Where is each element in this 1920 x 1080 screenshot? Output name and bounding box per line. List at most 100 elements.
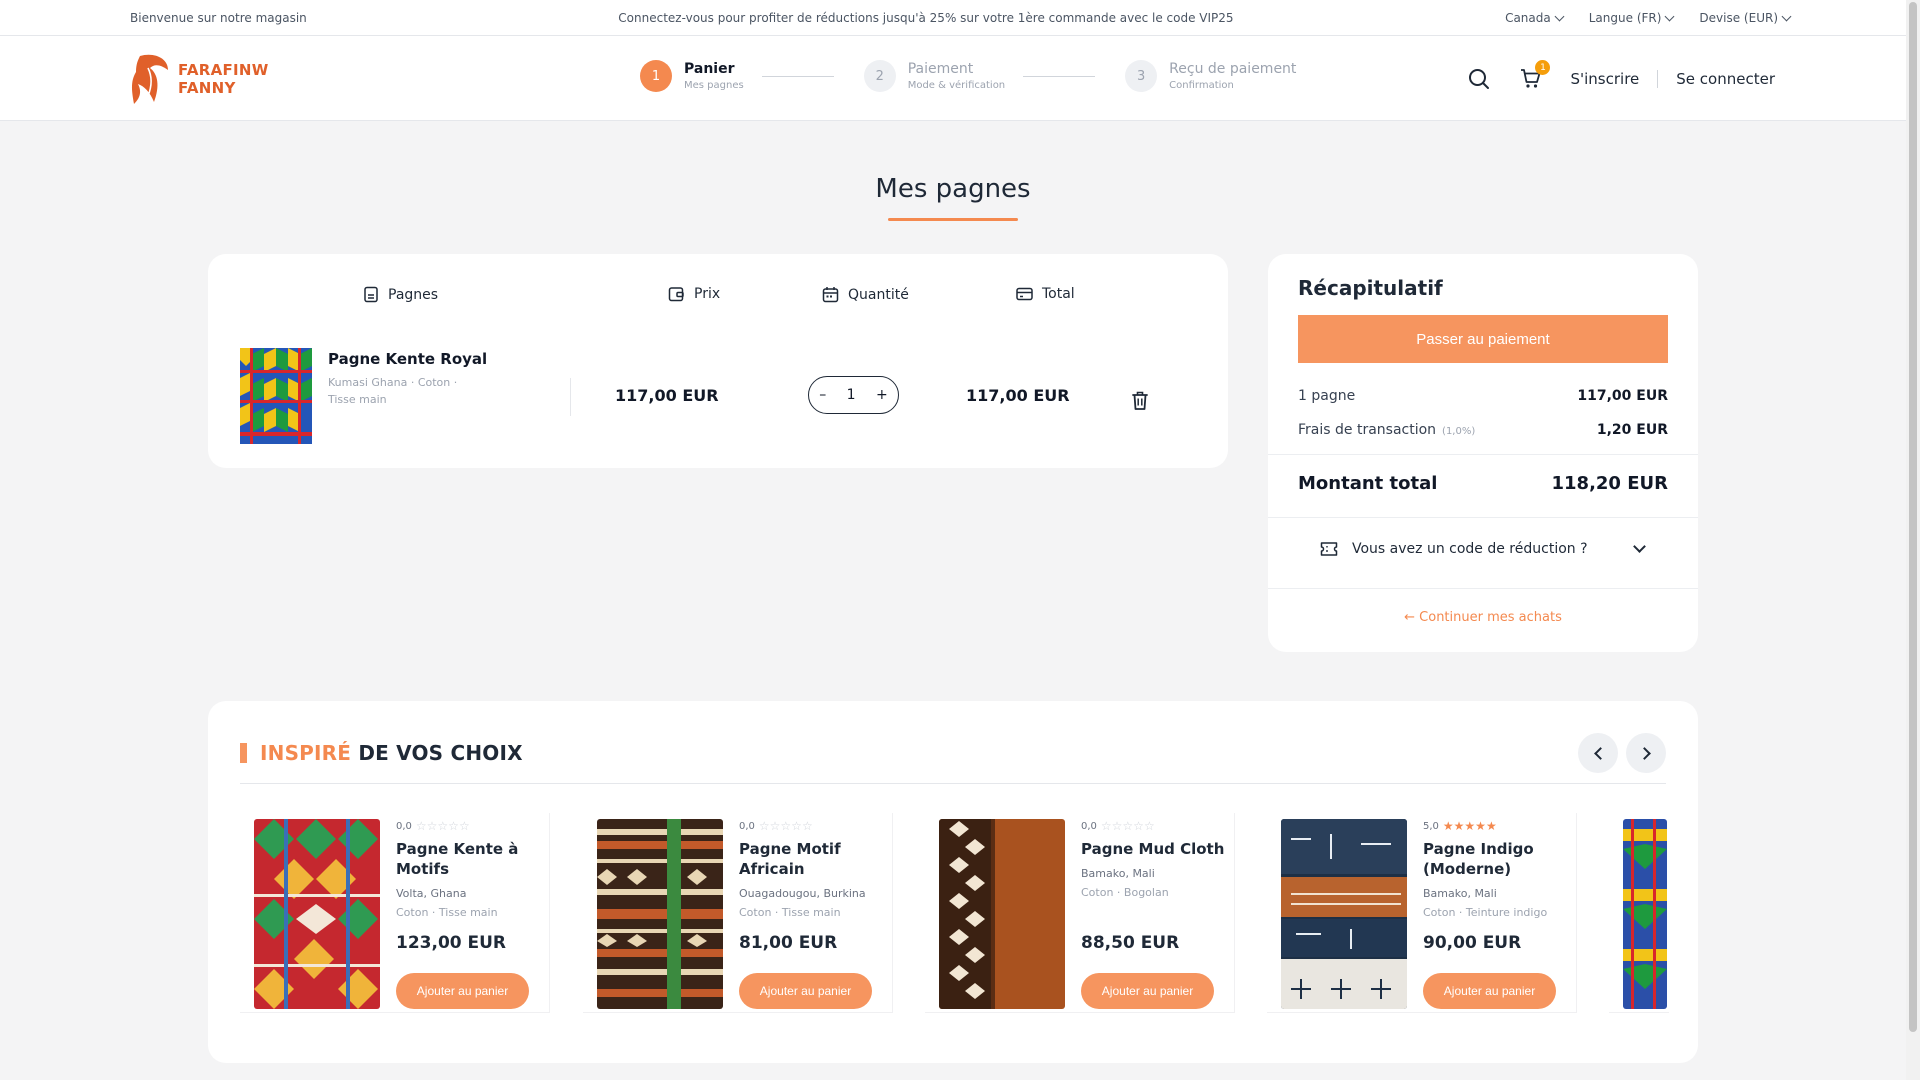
- carousel-next-button[interactable]: [1626, 733, 1666, 773]
- column-header-label: Total: [1042, 286, 1075, 302]
- column-header-label: Pagnes: [388, 286, 439, 303]
- cart-item-meta: Kumasi Ghana · Coton · Tisse main: [328, 376, 458, 406]
- step-connector: [1023, 75, 1096, 77]
- step-title: Panier: [684, 61, 735, 77]
- divider: [570, 378, 571, 416]
- product-card-partial[interactable]: [1609, 813, 1669, 1013]
- divider: [1657, 70, 1659, 88]
- product-thumbnail[interactable]: [240, 348, 312, 444]
- cart-item-total: 117,00 EUR: [966, 386, 1070, 405]
- add-to-cart-button[interactable]: Ajouter au panier: [396, 973, 529, 1009]
- currency-select[interactable]: Devise (EUR): [1699, 10, 1792, 25]
- step-title: Paiement: [907, 61, 974, 77]
- step-subtitle: Mes pagnes: [684, 80, 744, 91]
- language-select[interactable]: Langue (FR): [1589, 11, 1675, 25]
- product-card[interactable]: 5,0 ★★★★★ Pagne Indigo (Moderne) Bamako,…: [1267, 813, 1577, 1013]
- promo-code-toggle[interactable]: Vous avez un code de réduction ?: [1320, 540, 1650, 557]
- product-material: Coton · Teinture indigo: [1423, 906, 1548, 919]
- step-number: 3: [1125, 60, 1158, 92]
- product-image[interactable]: [597, 819, 723, 1009]
- chevron-down-icon: [1664, 11, 1675, 21]
- decrement-button[interactable]: –: [819, 387, 826, 403]
- product-name[interactable]: Pagne Indigo (Moderne): [1423, 839, 1573, 879]
- login-link[interactable]: Se connecter: [1676, 70, 1775, 88]
- step-connector: [761, 75, 834, 77]
- country-label: Canada: [1505, 10, 1551, 25]
- ticket-icon: [1320, 542, 1338, 556]
- calendar-icon: [822, 287, 839, 303]
- rating-value: 0,0: [396, 820, 412, 832]
- summary-fee-line: Frais de transaction (1,0%) 1,20 EUR: [1298, 422, 1668, 438]
- carousel-prev-button[interactable]: [1578, 733, 1618, 773]
- welcome-text: Bienvenue sur notre magasin: [130, 10, 307, 25]
- product-image[interactable]: [1623, 819, 1667, 1009]
- section-title-accent: INSPIRÉ: [260, 741, 352, 765]
- product-rating: 0,0 ☆☆☆☆☆: [396, 819, 546, 833]
- product-location: Bamako, Mali: [1423, 887, 1497, 900]
- step-subtitle: Confirmation: [1169, 80, 1234, 91]
- product-name[interactable]: Pagne Kente à Motifs: [396, 839, 546, 879]
- scrollbar-thumb[interactable]: [1909, 2, 1917, 1032]
- subtotal-label: 1 pagne: [1298, 388, 1356, 404]
- product-price: 88,50 EUR: [1081, 933, 1180, 953]
- quantity-stepper: – 1 +: [808, 376, 899, 414]
- add-to-cart-button[interactable]: Ajouter au panier: [1081, 973, 1214, 1009]
- chevron-down-icon: [1781, 11, 1792, 21]
- continue-shopping-link[interactable]: ← Continuer mes achats: [1268, 610, 1698, 625]
- fee-percentage: (1,0%): [1442, 426, 1476, 437]
- total-value: 118,20 EUR: [1551, 473, 1669, 494]
- section-title-rest: DE VOS CHOIX: [358, 741, 523, 765]
- step-number: 2: [863, 60, 896, 92]
- product-image[interactable]: [1281, 819, 1407, 1009]
- country-select[interactable]: Canada: [1505, 10, 1565, 25]
- cart-icon[interactable]: 1: [1518, 60, 1551, 92]
- cart-count-badge: 1: [1535, 60, 1551, 75]
- rating-value: 0,0: [739, 820, 755, 832]
- product-card[interactable]: 0,0 ☆☆☆☆☆ Pagne Mud Cloth Bamako, Mali C…: [925, 813, 1235, 1013]
- add-to-cart-button[interactable]: Ajouter au panier: [739, 973, 872, 1009]
- locale-selectors: Canada Langue (FR) Devise (EUR): [1505, 10, 1792, 25]
- signup-link[interactable]: S'inscrire: [1570, 70, 1639, 88]
- product-material: Coton · Bogolan: [1081, 886, 1169, 899]
- chevron-right-icon: [1637, 746, 1651, 760]
- step-payment[interactable]: 2 Paiement Mode & vérification: [863, 60, 1006, 92]
- credit-card-icon: [1016, 287, 1033, 301]
- product-card[interactable]: 0,0 ☆☆☆☆☆ Pagne Kente à Motifs Volta, Gh…: [240, 813, 550, 1013]
- cart-item-name[interactable]: Pagne Kente Royal: [328, 350, 487, 368]
- total-label: Montant total: [1298, 473, 1438, 494]
- brand-logo[interactable]: FARAFINW FANNY: [130, 52, 269, 106]
- divider: [1268, 517, 1698, 518]
- product-name[interactable]: Pagne Motif Africain: [739, 839, 889, 879]
- cart-item-price: 117,00 EUR: [615, 386, 719, 405]
- product-card[interactable]: 0,0 ☆☆☆☆☆ Pagne Motif Africain Ouagadoug…: [583, 813, 893, 1013]
- subtotal-value: 117,00 EUR: [1577, 388, 1668, 404]
- page-scrollbar[interactable]: [1906, 0, 1920, 1080]
- section-accent-bar: [240, 743, 247, 763]
- quantity-value[interactable]: 1: [847, 387, 856, 403]
- checkout-steps: 1 Panier Mes pagnes 2 Paiement Mode & vé…: [640, 60, 1296, 92]
- product-info: 0,0 ☆☆☆☆☆ Pagne Mud Cloth Bamako, Mali C…: [1081, 819, 1231, 899]
- increment-button[interactable]: +: [876, 387, 888, 403]
- product-image[interactable]: [254, 819, 380, 1009]
- checkout-button[interactable]: Passer au paiement: [1298, 315, 1668, 363]
- divider: [1268, 588, 1698, 589]
- logo-mark-icon: [132, 54, 168, 104]
- step-receipt[interactable]: 3 Reçu de paiement Confirmation: [1125, 60, 1296, 92]
- trash-icon[interactable]: [1130, 390, 1150, 411]
- step-subtitle: Mode & vérification: [907, 80, 1006, 91]
- currency-label: Devise (EUR): [1699, 10, 1778, 25]
- product-name[interactable]: Pagne Mud Cloth: [1081, 839, 1231, 859]
- product-info: 0,0 ☆☆☆☆☆ Pagne Kente à Motifs Volta, Gh…: [396, 819, 546, 919]
- product-location: Ouagadougou, Burkina: [739, 887, 866, 900]
- column-header-quantity: Quantité: [822, 286, 909, 303]
- summary-title: Récapitulatif: [1298, 276, 1443, 300]
- product-price: 123,00 EUR: [396, 933, 507, 953]
- step-cart[interactable]: 1 Panier Mes pagnes: [640, 60, 744, 92]
- product-image[interactable]: [939, 819, 1065, 1009]
- top-bar: Bienvenue sur notre magasin Connectez-vo…: [0, 0, 1920, 36]
- rating-value: 5,0: [1423, 820, 1439, 832]
- search-icon[interactable]: [1466, 66, 1492, 92]
- product-location: Bamako, Mali: [1081, 867, 1155, 880]
- add-to-cart-button[interactable]: Ajouter au panier: [1423, 973, 1556, 1009]
- page-title: Mes pagnes: [875, 174, 1031, 204]
